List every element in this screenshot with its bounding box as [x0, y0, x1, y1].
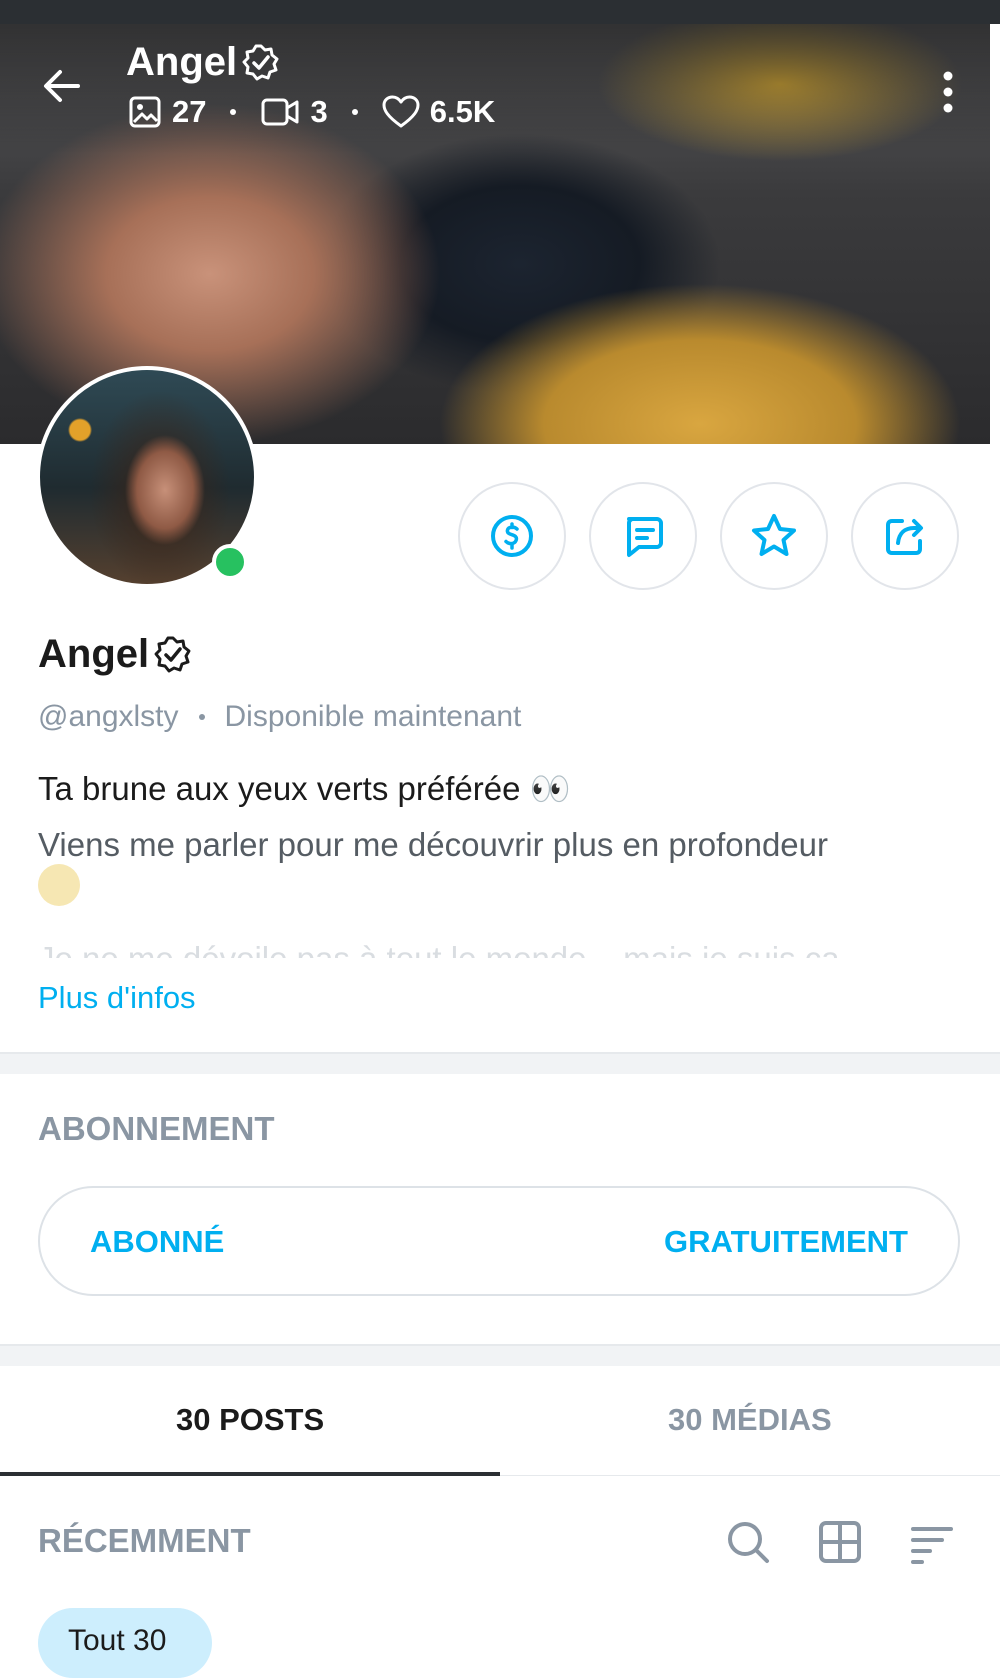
subscribe-price-label: GRATUITEMENT	[664, 1224, 908, 1259]
verified-icon	[154, 636, 191, 672]
verified-icon	[242, 44, 279, 80]
tab-posts[interactable]: 30 POSTS	[176, 1402, 324, 1438]
more-info-link[interactable]: Plus d'infos	[38, 980, 196, 1016]
online-indicator	[212, 544, 248, 580]
favorite-button[interactable]	[720, 482, 828, 590]
heart-icon	[382, 95, 420, 128]
message-button[interactable]	[589, 482, 697, 590]
header-title: Angel	[126, 40, 281, 85]
recent-title: RÉCEMMENT	[38, 1522, 251, 1559]
profile-meta: @angxlsty Disponible maintenant	[38, 700, 521, 734]
bio-line-1: Ta brune aux yeux verts préférée 👀	[38, 770, 571, 807]
bio-line-2: Viens me parler pour me découvrir plus e…	[38, 826, 968, 907]
status-bar	[0, 0, 1000, 24]
section-divider	[0, 1052, 1000, 1074]
profile-name-text: Angel	[38, 632, 150, 676]
share-icon	[886, 519, 923, 555]
availability-status: Disponible maintenant	[224, 700, 522, 733]
video-icon	[261, 98, 299, 126]
separator-dot	[198, 714, 205, 720]
photo-count: 27	[172, 94, 207, 129]
bio-line-3-faded: Je ne me dévoile pas à tout le monde... …	[38, 940, 968, 958]
share-button[interactable]	[851, 482, 959, 590]
filter-chip-all[interactable]: Tout 30	[38, 1608, 212, 1678]
star-icon	[752, 514, 796, 556]
tip-button[interactable]	[458, 482, 566, 590]
dollar-icon	[491, 515, 533, 557]
search-icon[interactable]	[724, 1518, 772, 1566]
bio-line-2-text: Viens me parler pour me découvrir plus e…	[38, 826, 828, 863]
video-count: 3	[310, 94, 328, 129]
subscribe-button[interactable]: ABONNÉ GRATUITEMENT	[38, 1186, 960, 1296]
message-icon	[627, 517, 663, 557]
separator-dot	[351, 109, 358, 115]
more-options-icon[interactable]	[930, 68, 966, 116]
sort-icon[interactable]	[908, 1518, 956, 1566]
header-stats: 27 3 6.5K	[128, 94, 495, 130]
likes-count: 6.5K	[429, 94, 496, 129]
subscription-title: ABONNEMENT	[38, 1110, 275, 1147]
active-tab-indicator	[0, 1472, 500, 1476]
shy-face-emoji-icon	[38, 864, 80, 907]
top-bar: Angel 27 3 6.5K	[0, 24, 1000, 134]
separator-dot	[230, 109, 237, 115]
header-title-text: Angel	[126, 40, 238, 84]
profile-handle: @angxlsty	[38, 700, 179, 733]
back-arrow-icon[interactable]	[40, 64, 84, 108]
section-divider	[0, 1344, 1000, 1366]
image-icon	[129, 96, 161, 128]
subscribe-status-label: ABONNÉ	[90, 1224, 225, 1259]
profile-name: Angel	[38, 632, 193, 677]
tab-media[interactable]: 30 MÉDIAS	[668, 1402, 832, 1438]
grid-view-icon[interactable]	[816, 1518, 864, 1566]
filter-chip-label: Tout 30	[68, 1624, 167, 1657]
